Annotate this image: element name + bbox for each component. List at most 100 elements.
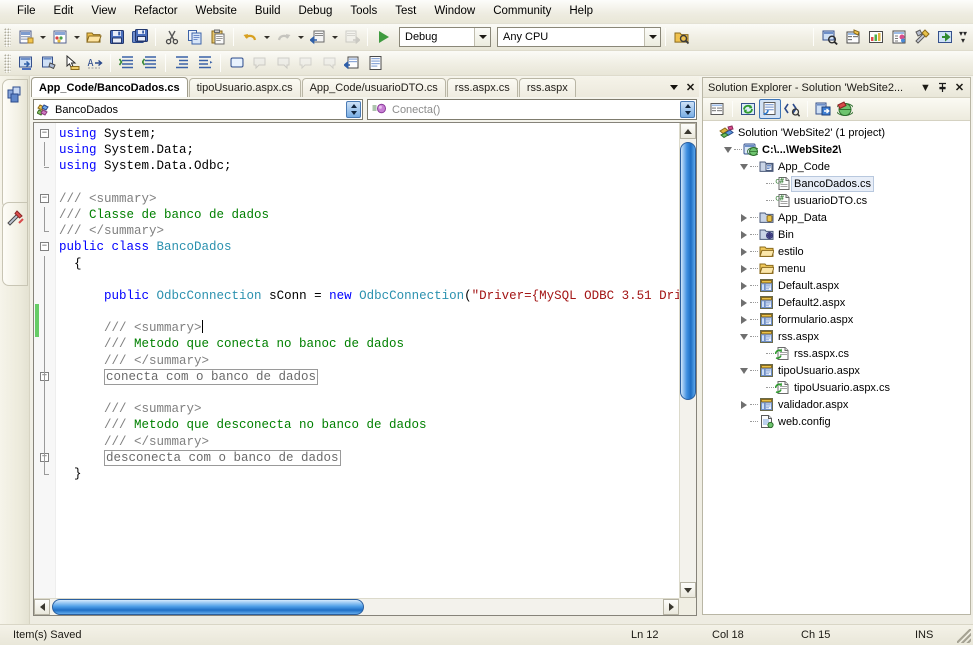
save-all-icon[interactable] <box>128 26 151 48</box>
scroll-down-button[interactable] <box>680 582 696 598</box>
new-website-dropdown[interactable] <box>71 26 82 48</box>
menu-item-file[interactable]: File <box>8 2 45 21</box>
menu-item-window[interactable]: Window <box>425 2 484 21</box>
collapse-arrow-icon[interactable] <box>737 328 750 345</box>
editor-code-area[interactable]: using System; using System.Data; using Sys… <box>56 123 679 598</box>
editor-gutter[interactable]: −−−++ <box>34 123 56 615</box>
window-dropdown-icon[interactable]: ▼ <box>918 80 933 96</box>
vertical-scroll-thumb[interactable] <box>680 142 696 400</box>
close-document-icon[interactable]: ✕ <box>682 79 699 95</box>
document-tab-4[interactable]: rss.aspx <box>518 78 576 97</box>
save-icon[interactable] <box>105 26 128 48</box>
solution-configuration-combo[interactable]: Debug <box>399 27 491 47</box>
decrease-indent-icon[interactable] <box>193 52 216 74</box>
increase-indent-icon[interactable] <box>170 52 193 74</box>
collapse-arrow-icon[interactable] <box>721 141 734 158</box>
horizontal-scroll-thumb[interactable] <box>52 599 364 615</box>
menu-item-debug[interactable]: Debug <box>289 2 341 21</box>
tree-node[interactable]: App_Code <box>703 158 970 175</box>
outline-collapse-icon[interactable]: − <box>40 129 49 138</box>
nest-related-files-icon[interactable] <box>759 99 781 119</box>
tree-node[interactable]: C:\...\WebSite2\ <box>703 141 970 158</box>
find-symbol-icon[interactable] <box>818 26 841 48</box>
tab-list-dropdown-icon[interactable] <box>665 79 682 95</box>
collapsed-region[interactable]: desconecta com o banco de dados <box>104 449 341 466</box>
menu-item-website[interactable]: Website <box>187 2 246 21</box>
tools-options-icon[interactable] <box>910 26 933 48</box>
open-file-icon[interactable] <box>82 26 105 48</box>
tree-node[interactable]: Default2.aspx <box>703 294 970 311</box>
list-members-icon[interactable] <box>363 52 386 74</box>
pointer-select-icon[interactable] <box>60 52 83 74</box>
collapsed-region[interactable]: conecta com o banco de dados <box>104 368 319 385</box>
resize-grip[interactable] <box>957 629 971 643</box>
member-navigation-combo[interactable]: Conecta() <box>367 99 697 120</box>
type-navigation-dropdown[interactable] <box>346 101 361 118</box>
menu-item-view[interactable]: View <box>82 2 125 21</box>
tree-node[interactable]: rss.aspx.cs <box>703 345 970 362</box>
expand-arrow-icon[interactable] <box>737 396 750 413</box>
comment-selection-icon[interactable] <box>115 52 138 74</box>
tree-node[interactable]: menu <box>703 260 970 277</box>
copy-website-icon[interactable] <box>812 99 834 119</box>
sidebar-item-toolbox[interactable] <box>2 79 28 209</box>
solution-explorer-icon[interactable] <box>887 26 910 48</box>
view-code-icon[interactable] <box>781 99 803 119</box>
type-navigation-combo[interactable]: BancoDados <box>33 99 363 120</box>
find-symbol-az-icon[interactable]: A <box>83 52 106 74</box>
tree-node[interactable]: Bin <box>703 226 970 243</box>
paste-icon[interactable] <box>206 26 229 48</box>
sidebar-item-server-explorer[interactable] <box>2 202 28 286</box>
outline-collapse-icon[interactable]: − <box>40 193 49 203</box>
navigate-backward-icon[interactable] <box>306 26 329 48</box>
code-editor[interactable]: −−−++ using System;using System.Data;usi… <box>33 122 697 616</box>
uncomment-selection-icon[interactable] <box>138 52 161 74</box>
properties-window-icon[interactable] <box>841 26 864 48</box>
pin-icon[interactable] <box>935 80 950 96</box>
expand-arrow-icon[interactable] <box>737 226 750 243</box>
collapse-arrow-icon[interactable] <box>737 158 750 175</box>
editor-horizontal-scrollbar[interactable] <box>34 598 679 615</box>
tree-node[interactable]: tipoUsuario.aspx.cs <box>703 379 970 396</box>
new-project-icon[interactable] <box>14 26 37 48</box>
expand-arrow-icon[interactable] <box>737 209 750 226</box>
solution-explorer-titlebar[interactable]: Solution Explorer - Solution 'WebSite2..… <box>703 78 970 98</box>
properties-pages-icon[interactable] <box>37 52 60 74</box>
member-navigation-dropdown[interactable] <box>680 101 695 118</box>
new-project-dropdown[interactable] <box>37 26 48 48</box>
collapse-arrow-icon[interactable] <box>737 362 750 379</box>
menu-item-test[interactable]: Test <box>386 2 425 21</box>
editor-vertical-scrollbar[interactable] <box>679 123 696 598</box>
document-tab-1[interactable]: tipoUsuario.aspx.cs <box>188 78 301 97</box>
refresh-icon[interactable] <box>737 99 759 119</box>
undo-dropdown[interactable] <box>261 26 272 48</box>
toolbar-overflow-button[interactable]: ▾▾ ▾ <box>956 30 970 45</box>
scroll-right-button[interactable] <box>663 599 679 615</box>
menu-item-community[interactable]: Community <box>484 2 560 21</box>
scroll-up-button[interactable] <box>680 123 696 139</box>
menu-item-refactor[interactable]: Refactor <box>125 2 186 21</box>
tree-node[interactable]: Solution 'WebSite2' (1 project) <box>703 124 970 141</box>
menu-item-help[interactable]: Help <box>560 2 602 21</box>
properties-icon[interactable] <box>706 99 728 119</box>
expand-arrow-icon[interactable] <box>737 277 750 294</box>
clear-bookmarks-icon[interactable] <box>340 52 363 74</box>
menu-item-tools[interactable]: Tools <box>341 2 386 21</box>
toggle-bookmark-icon[interactable] <box>225 52 248 74</box>
document-tab-3[interactable]: rss.aspx.cs <box>446 78 518 97</box>
document-tab-0[interactable]: App_Code/BancoDados.cs <box>31 77 188 97</box>
object-browser-icon[interactable] <box>864 26 887 48</box>
toolbar-grip[interactable] <box>4 53 11 73</box>
chevron-down-icon[interactable] <box>644 28 660 46</box>
menu-item-edit[interactable]: Edit <box>45 2 83 21</box>
chevron-down-icon[interactable] <box>474 28 490 46</box>
copy-icon[interactable] <box>183 26 206 48</box>
toolbar-grip[interactable] <box>4 27 11 47</box>
tree-node[interactable]: tipoUsuario.aspx <box>703 362 970 379</box>
tree-node[interactable]: formulario.aspx <box>703 311 970 328</box>
expand-arrow-icon[interactable] <box>737 311 750 328</box>
solution-platform-combo[interactable]: Any CPU <box>497 27 661 47</box>
tree-node[interactable]: c# BancoDados.cs <box>703 175 970 192</box>
close-icon[interactable]: ✕ <box>952 80 967 96</box>
aspnet-configuration-icon[interactable] <box>834 99 856 119</box>
